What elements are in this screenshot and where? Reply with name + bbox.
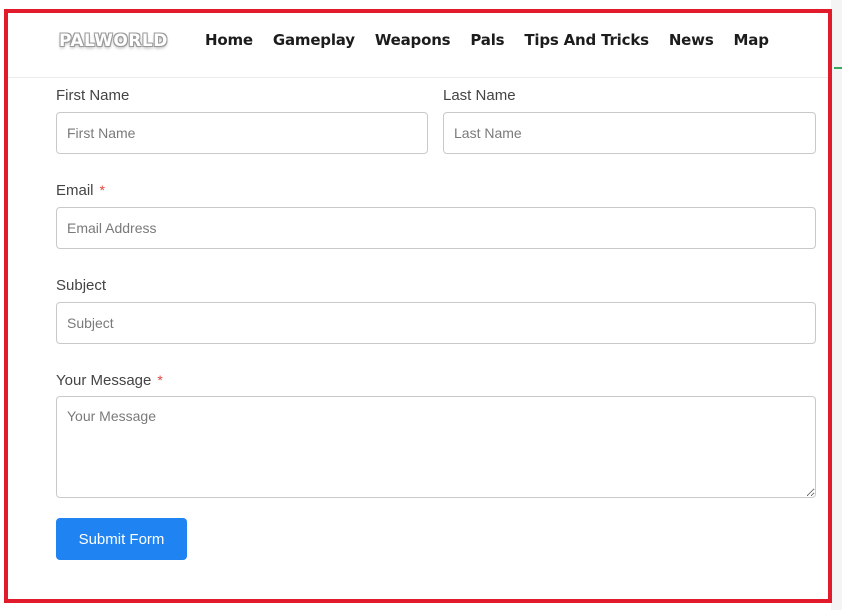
subject-input[interactable]: [56, 302, 816, 344]
subject-label: Subject: [56, 277, 107, 294]
message-label-group: Your Message *: [56, 372, 163, 389]
nav-item-weapons[interactable]: Weapons: [375, 31, 451, 49]
email-label: Email: [56, 182, 94, 199]
nav-item-tips-and-tricks[interactable]: Tips And Tricks: [524, 31, 649, 49]
main-nav: Home Gameplay Weapons Pals Tips And Tric…: [205, 31, 789, 49]
page-scroll-strip: [831, 0, 842, 610]
nav-item-news[interactable]: News: [669, 31, 714, 49]
nav-item-map[interactable]: Map: [734, 31, 769, 49]
email-required-mark: *: [99, 182, 105, 198]
email-label-group: Email *: [56, 182, 105, 199]
strip-marker: [834, 67, 842, 69]
first-name-input[interactable]: [56, 112, 428, 154]
nav-item-gameplay[interactable]: Gameplay: [273, 31, 355, 49]
email-input[interactable]: [56, 207, 816, 249]
site-header: PALWORLD Home Gameplay Weapons Pals Tips…: [8, 13, 828, 78]
site-logo[interactable]: PALWORLD: [59, 31, 168, 51]
last-name-label: Last Name: [443, 87, 516, 104]
message-required-mark: *: [157, 372, 163, 388]
submit-form-button[interactable]: Submit Form: [56, 518, 187, 560]
nav-item-home[interactable]: Home: [205, 31, 253, 49]
highlight-frame: PALWORLD Home Gameplay Weapons Pals Tips…: [4, 9, 832, 603]
message-label: Your Message: [56, 372, 152, 389]
nav-item-pals[interactable]: Pals: [470, 31, 504, 49]
first-name-label: First Name: [56, 87, 130, 104]
last-name-input[interactable]: [443, 112, 816, 154]
message-textarea[interactable]: [56, 396, 816, 498]
